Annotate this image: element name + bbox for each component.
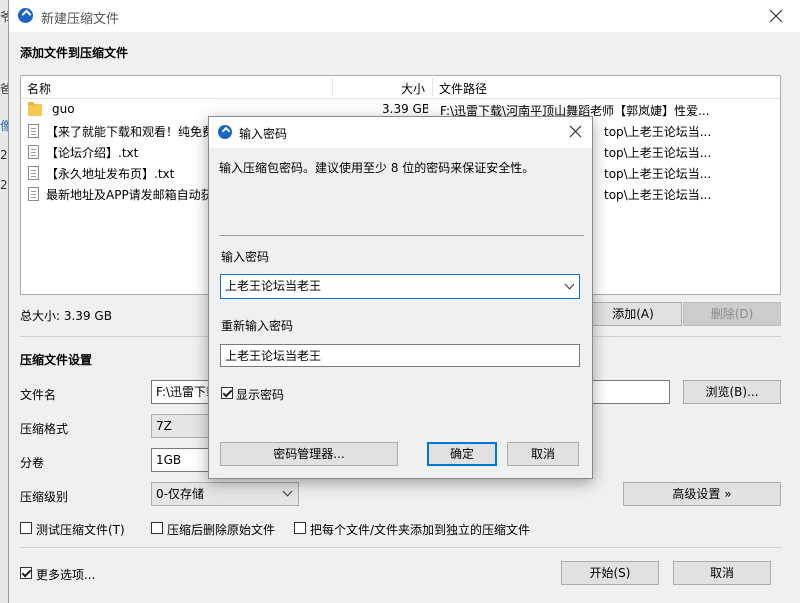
delete-button[interactable]: 删除(D) xyxy=(683,302,781,326)
folder-icon xyxy=(28,102,42,116)
cancel-button[interactable]: 取消 xyxy=(673,561,771,585)
divider xyxy=(20,547,781,548)
list-header: 名称 大小 文件路径 xyxy=(21,76,780,99)
level-select[interactable]: 0-仅存储 xyxy=(151,482,299,506)
file-name: 【永久地址发布页】.txt xyxy=(46,167,175,181)
format-label: 压缩格式 xyxy=(20,422,69,436)
file-icon xyxy=(28,166,39,180)
more-options-label[interactable]: 更多选项... xyxy=(36,566,95,583)
add-button[interactable]: 添加(A) xyxy=(584,302,682,326)
total-size: 总大小: 3.39 GB xyxy=(20,309,112,323)
file-path: top\上老王论坛当... xyxy=(604,125,712,139)
file-icon xyxy=(28,145,39,159)
confirm-password-input[interactable]: 上老王论坛当老王 xyxy=(220,344,580,367)
column-divider xyxy=(332,78,333,96)
column-header-path[interactable]: 文件路径 xyxy=(439,80,487,97)
password-input[interactable]: 上老王论坛当老王 xyxy=(220,274,580,299)
close-icon[interactable] xyxy=(764,4,788,28)
dialog-description: 输入压缩包密码。建议使用至少 8 位的密码来保证安全性。 xyxy=(219,161,535,175)
confirm-password-label: 重新输入密码 xyxy=(221,319,294,333)
file-icon xyxy=(28,124,39,138)
ok-button[interactable]: 确定 xyxy=(427,442,497,466)
password-dialog: 输入密码 输入压缩包密码。建议使用至少 8 位的密码来保证安全性。 输入密码 上… xyxy=(208,116,593,479)
file-name: guo xyxy=(52,102,75,116)
separate-archives-checkbox[interactable] xyxy=(294,522,306,534)
delete-after-checkbox[interactable] xyxy=(151,522,163,534)
file-path: top\上老王论坛当... xyxy=(604,188,712,202)
section-add-files: 添加文件到压缩文件 xyxy=(20,46,129,60)
show-password-checkbox[interactable] xyxy=(221,387,233,399)
column-header-size[interactable]: 大小 xyxy=(401,80,425,97)
file-path: top\上老王论坛当... xyxy=(604,146,712,160)
start-button[interactable]: 开始(S) xyxy=(561,561,659,585)
level-label: 压缩级别 xyxy=(20,490,69,504)
title-bar: 新建压缩文件 xyxy=(9,0,800,32)
filename-label: 文件名 xyxy=(20,388,57,402)
password-manager-button[interactable]: 密码管理器... xyxy=(220,442,398,466)
file-path: top\上老王论坛当... xyxy=(604,167,712,181)
dialog-title: 输入密码 xyxy=(239,127,288,141)
column-divider xyxy=(432,78,433,96)
separate-archives-label[interactable]: 把每个文件/文件夹添加到独立的压缩文件 xyxy=(310,521,530,538)
divider xyxy=(219,235,584,236)
split-label: 分卷 xyxy=(20,456,45,470)
dialog-cancel-button[interactable]: 取消 xyxy=(507,442,579,466)
column-header-name[interactable]: 名称 xyxy=(27,80,51,97)
show-password-label[interactable]: 显示密码 xyxy=(236,386,284,403)
delete-after-label[interactable]: 压缩后删除原始文件 xyxy=(167,521,275,538)
browse-button[interactable]: 浏览(B)... xyxy=(683,380,781,404)
file-size: 3.39 GB xyxy=(382,102,428,116)
dialog-title-bar: 输入密码 xyxy=(209,117,592,148)
file-icon xyxy=(28,187,39,201)
password-label: 输入密码 xyxy=(221,250,270,264)
dialog-close-icon[interactable] xyxy=(565,121,587,143)
window-title: 新建压缩文件 xyxy=(41,12,120,27)
test-archive-label[interactable]: 测试压缩文件(T) xyxy=(36,521,125,538)
advanced-settings-button[interactable]: 高级设置 » xyxy=(623,482,781,506)
file-name: 【论坛介绍】.txt xyxy=(46,146,139,160)
settings-title: 压缩文件设置 xyxy=(20,353,93,367)
more-options-checkbox[interactable] xyxy=(20,567,32,579)
test-archive-checkbox[interactable] xyxy=(20,522,32,534)
